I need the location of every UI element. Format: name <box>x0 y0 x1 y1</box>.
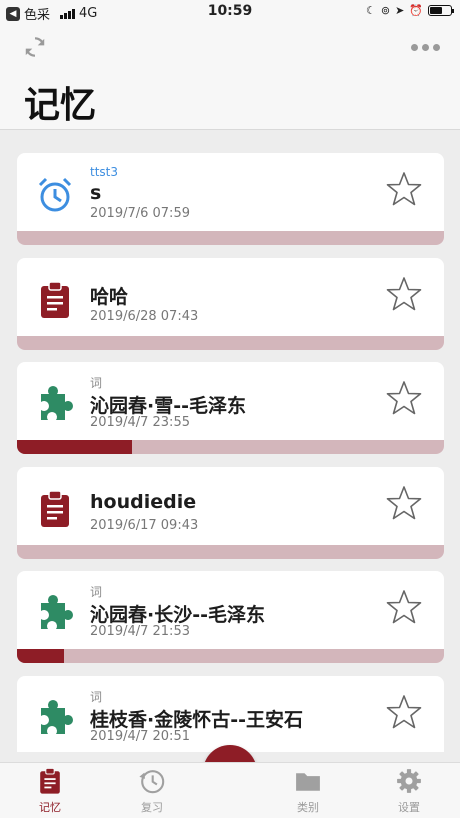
puzzle-icon <box>35 698 75 738</box>
star-icon <box>386 172 422 211</box>
page-title: 记忆 <box>24 85 97 126</box>
card-title: 桂枝香·金陵怀古--王安石 <box>90 708 303 731</box>
tab-memory[interactable]: 记忆 <box>20 767 80 815</box>
card-date: 2019/6/28 07:43 <box>90 308 199 324</box>
tab-category[interactable]: 类别 <box>278 767 338 815</box>
tab-label: 类别 <box>297 801 319 814</box>
card-title: houdiedie <box>90 490 197 513</box>
puzzle-icon <box>35 593 75 633</box>
clock-icon <box>139 770 165 794</box>
memory-card[interactable]: 词沁园春·长沙--毛泽东 2019/4/7 21:53 <box>17 571 444 663</box>
card-title: 哈哈 <box>90 285 129 308</box>
memory-card[interactable]: 词桂枝香·金陵怀古--王安石 2019/4/7 20:51 <box>17 675 444 752</box>
card-category: 词 <box>90 585 103 599</box>
star-favorite-button[interactable] <box>386 589 422 625</box>
clipboard-icon <box>35 280 75 320</box>
tab-review[interactable]: 复习 <box>122 767 182 815</box>
card-title: s <box>90 182 102 204</box>
tab-label: 复习 <box>141 801 163 814</box>
folder-icon <box>296 773 320 791</box>
memory-card[interactable]: houdiedie 2019/6/17 09:43 <box>17 466 444 559</box>
card-category: ttst3 <box>90 165 119 179</box>
card-date: 2019/4/7 20:51 <box>90 728 190 744</box>
memory-progress-bar <box>17 544 444 559</box>
card-date: 2019/7/6 07:59 <box>90 206 190 221</box>
tab-settings[interactable]: 设置 <box>379 767 439 815</box>
tab-bar: 记忆 复习 类别 设置 <box>0 762 460 818</box>
refresh-button[interactable] <box>22 34 48 60</box>
tab-label: 设置 <box>398 801 420 814</box>
star-icon <box>386 485 422 525</box>
alarm-icon: ⏰ <box>409 4 423 17</box>
star-icon <box>386 694 422 734</box>
app-header: 记忆 <box>0 24 460 130</box>
more-dot-icon <box>411 44 418 51</box>
memory-card[interactable]: 词沁园春·雪--毛泽东 2019/4/7 23:55 <box>17 362 444 454</box>
memory-progress-bar <box>17 649 444 663</box>
memory-card[interactable]: 哈哈 2019/6/28 07:43 <box>17 257 444 350</box>
star-favorite-button[interactable] <box>386 380 422 416</box>
location-icon: ➤ <box>395 4 405 17</box>
card-date: 2019/4/7 21:53 <box>90 624 190 639</box>
puzzle-icon <box>35 384 75 424</box>
memory-card[interactable]: ttst3 s 2019/7/6 07:59 <box>17 153 444 245</box>
moon-icon: ☾ <box>365 4 376 17</box>
status-bar: ◀ 色采 4G 10:59 ☾ ⊚ ➤ ⏰ <box>0 0 460 24</box>
lock-rotation-icon: ⊚ <box>380 4 391 17</box>
star-icon <box>386 276 422 316</box>
card-date: 2019/4/7 23:55 <box>90 415 190 430</box>
star-icon <box>386 381 422 420</box>
tab-label: 记忆 <box>39 801 61 814</box>
battery-icon <box>428 5 454 16</box>
card-date: 2019/6/17 09:43 <box>90 517 199 533</box>
more-options-button[interactable] <box>411 44 440 51</box>
star-favorite-button[interactable] <box>386 276 422 312</box>
star-favorite-button[interactable] <box>386 694 422 730</box>
card-category: 词 <box>90 376 103 390</box>
card-category: 词 <box>90 689 103 704</box>
status-right: ☾ ⊚ ➤ ⏰ <box>365 4 454 17</box>
memory-progress-bar <box>17 231 444 245</box>
clipboard-icon <box>35 489 75 529</box>
memory-progress-bar <box>17 440 444 454</box>
card-title: 沁园春·雪--毛泽东 <box>90 395 246 417</box>
star-icon <box>386 590 422 629</box>
card-title: 沁园春·长沙--毛泽东 <box>90 604 265 626</box>
star-favorite-button[interactable] <box>386 485 422 521</box>
alarm-clock-icon <box>35 175 75 215</box>
star-favorite-button[interactable] <box>386 171 422 207</box>
memory-progress-fill <box>17 440 133 454</box>
memory-progress-fill <box>17 649 64 663</box>
memory-list[interactable]: ttst3 s 2019/7/6 07:59 哈哈 2019/6/28 07:43 词… <box>0 131 460 752</box>
memory-progress-bar <box>17 335 444 350</box>
gear-icon <box>397 769 421 793</box>
refresh-icon <box>25 37 45 57</box>
clipboard-icon <box>40 767 60 794</box>
